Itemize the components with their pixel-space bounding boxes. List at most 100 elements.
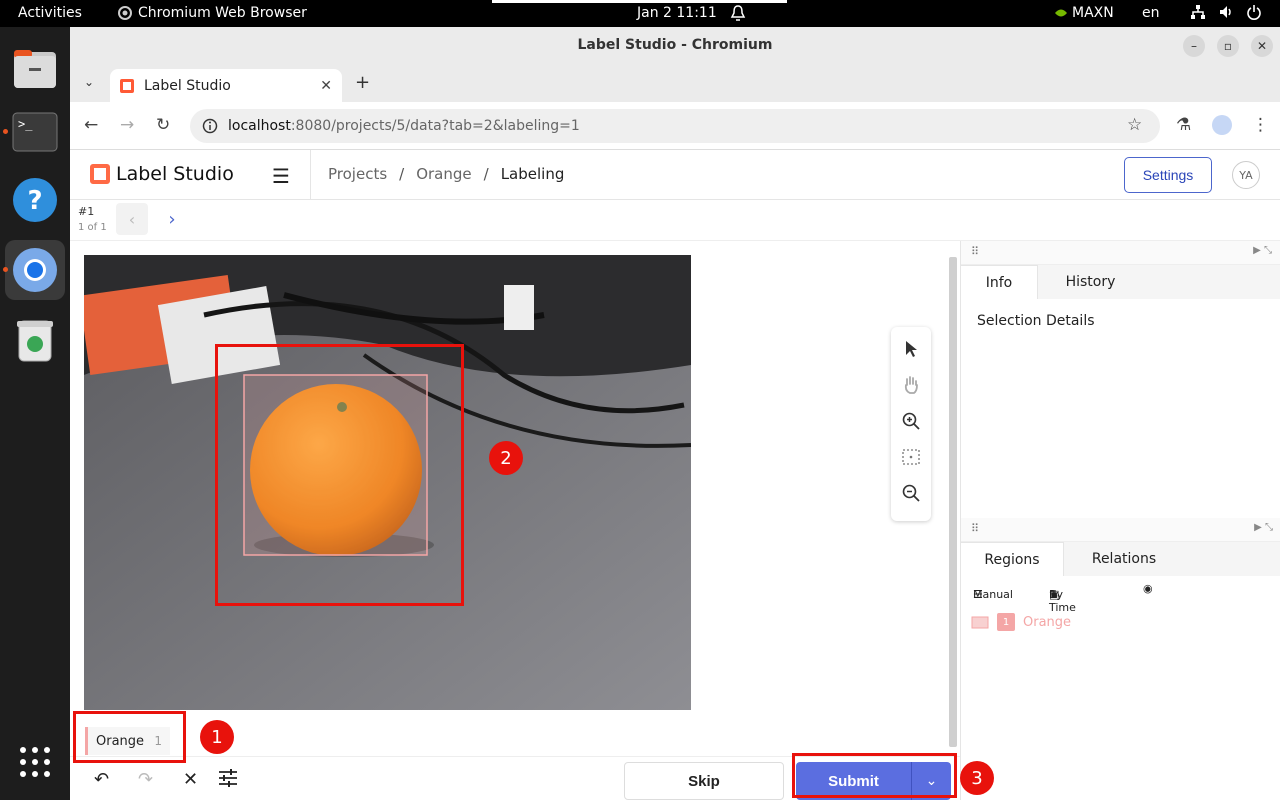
manual-label: Manual [973,588,1013,601]
close-tab-icon[interactable]: ✕ [320,78,332,94]
settings-button[interactable]: Settings [1124,157,1212,193]
tab-info[interactable]: Info [961,265,1038,299]
system-top-bar: Activities Chromium Web Browser Jan 2 11… [0,0,1280,27]
browser-tab[interactable]: Label Studio ✕ [110,69,342,102]
svg-text:>_: >_ [18,117,33,131]
skip-button[interactable]: Skip [624,762,784,800]
visibility-eye-icon[interactable]: ◉ [1143,582,1153,595]
forward-icon[interactable]: → [120,115,134,135]
profile-icon[interactable] [1212,115,1232,135]
tab-search-icon[interactable]: ⌄ [84,75,94,89]
back-icon[interactable]: ← [84,115,98,135]
labs-flask-icon[interactable]: ⚗ [1176,115,1191,135]
drag-grip-icon[interactable]: ⠿ [971,522,979,535]
dock-chromium[interactable] [3,240,65,300]
tab-relations[interactable]: Relations [1064,542,1184,576]
terminal-icon: >_ [12,112,58,152]
regions-tabs: Regions Relations [961,542,1280,576]
nvidia-icon [1055,9,1067,17]
bell-icon [730,4,746,26]
tab-title: Label Studio [144,77,231,94]
image-tools [891,327,931,521]
dock-trash[interactable] [5,310,65,370]
regions-panel-handle[interactable]: ⠿ ▶ ⤡ [961,518,1280,542]
panel-collapse-icon[interactable]: ▶ ⤡ [1254,522,1273,533]
nvidia-mode-indicator[interactable]: MAXN [1054,5,1114,21]
ls-logo[interactable]: Label Studio [90,163,234,185]
maximize-button[interactable]: ▫ [1217,35,1239,57]
drag-grip-icon[interactable]: ⠿ [971,245,979,258]
breadcrumb-projects[interactable]: Projects [328,165,387,183]
app-grid-icon [20,747,50,777]
rectangle-region-icon [971,616,989,629]
url-host: localhost [228,118,291,134]
settings-sliders-icon[interactable] [218,769,238,792]
reset-x-icon[interactable]: ✕ [183,769,198,790]
regions-panel: ⠿ ▶ ⤡ Regions Relations ☰ Manual ▣ By Ti… [961,518,1280,631]
tab-history[interactable]: History [1038,265,1143,299]
task-navigation-bar: #1 1 of 1 ‹ › [70,200,1280,241]
hamburger-menu-icon[interactable]: ☰ [272,164,290,188]
fit-to-screen-icon[interactable] [901,447,921,467]
header-divider [310,150,311,200]
reload-icon[interactable]: ↻ [156,115,170,135]
chromium-icon [13,248,57,292]
next-task-button[interactable]: › [156,203,188,235]
top-notch [492,0,787,3]
ls-logo-icon [90,164,110,184]
app-menu[interactable]: Chromium Web Browser [118,5,307,21]
region-list-item[interactable]: 1 Orange [971,613,1071,631]
prev-task-button[interactable]: ‹ [116,203,148,235]
dock-files[interactable] [5,39,65,99]
dock-show-apps[interactable] [5,732,65,792]
new-tab-icon[interactable]: + [355,72,370,93]
network-icon [1191,5,1205,19]
window-titlebar: Label Studio - Chromium – ▫ ✕ [70,27,1280,64]
url-path: :8080/projects/5/data?tab=2&labeling=1 [290,118,580,134]
pointer-tool-icon[interactable] [901,339,921,359]
zoom-in-icon[interactable] [901,411,921,431]
regions-toolbar: ☰ Manual ▣ By Time ⇅ ◉ [961,576,1280,614]
avatar[interactable]: YA [1232,161,1260,189]
system-menu[interactable] [1190,4,1262,20]
step-marker-2: 2 [489,441,523,475]
selection-details-heading: Selection Details [977,313,1095,329]
bookmark-star-icon[interactable]: ☆ [1127,115,1142,135]
clock[interactable]: Jan 2 11:11 [637,5,717,21]
chromium-icon [118,6,132,20]
breadcrumb-orange[interactable]: Orange [416,165,471,183]
zoom-out-icon[interactable] [901,483,921,503]
undo-icon[interactable]: ↶ [94,769,109,790]
address-bar: ← → ↻ localhost:8080/projects/5/data?tab… [70,102,1280,150]
power-icon [1247,5,1261,20]
tab-regions[interactable]: Regions [961,542,1064,576]
dock-terminal[interactable]: >_ [3,102,65,162]
panel-collapse-icon[interactable]: ▶ ⤡ [1253,245,1272,256]
redo-icon[interactable]: ↷ [138,769,153,790]
minimize-button[interactable]: – [1183,35,1205,57]
running-indicator [3,129,8,134]
info-tabs: Info History [961,265,1280,299]
ls-header: Label Studio ☰ Projects / Orange / Labeling … [70,150,1280,200]
info-panel-handle[interactable]: ⠿ ▶ ⤡ [961,241,1280,265]
volume-icon [1220,6,1231,18]
sort-arrows-icon: ⇅ [1049,588,1059,601]
dock: >_ ? [0,27,70,800]
pan-hand-icon[interactable] [901,375,921,395]
browser-menu-icon[interactable]: ⋮ [1252,115,1269,135]
task-count: 1 of 1 [78,222,107,233]
highlight-label-chip [73,711,186,763]
step-marker-3: 3 [960,761,994,795]
language-indicator[interactable]: en [1142,5,1160,21]
url-field[interactable]: localhost:8080/projects/5/data?tab=2&lab… [190,109,1160,143]
site-info-icon [202,118,218,134]
app-name-label: Chromium Web Browser [138,5,307,21]
chevron-left-icon: ‹ [128,209,136,229]
activities-button[interactable]: Activities [18,5,82,21]
canvas-scrollbar[interactable] [949,257,957,747]
task-id: #1 [78,205,95,218]
close-window-button[interactable]: ✕ [1251,35,1273,57]
chevron-right-icon: › [168,208,176,230]
dock-help[interactable]: ? [5,170,65,230]
breadcrumb: Projects / Orange / Labeling [328,165,565,183]
